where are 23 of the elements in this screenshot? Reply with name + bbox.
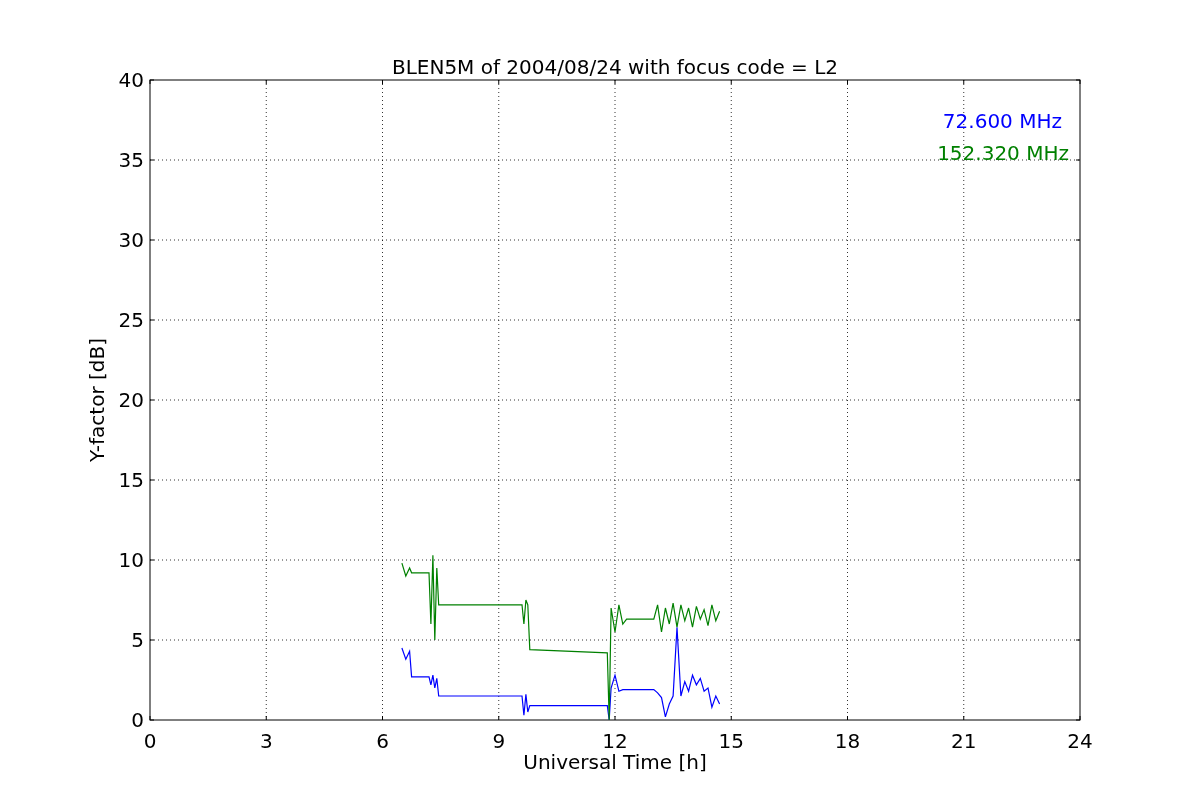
chart-title: BLEN5M of 2004/08/24 with focus code = L2 bbox=[391, 55, 839, 79]
x-tick-label: 6 bbox=[376, 729, 389, 753]
y-axis-label: Y-factor [dB] bbox=[85, 338, 109, 462]
x-tick-label: 0 bbox=[143, 729, 157, 753]
legend-label: 152.320 MHz bbox=[937, 141, 1069, 165]
x-tick-label: 15 bbox=[718, 729, 744, 753]
y-tick-label: 5 bbox=[131, 628, 144, 652]
y-tick-label: 40 bbox=[118, 68, 144, 92]
y-tick-label: 25 bbox=[118, 308, 144, 332]
y-tick-label: 30 bbox=[118, 228, 144, 252]
x-tick-label: 3 bbox=[259, 729, 273, 753]
y-tick-label: 0 bbox=[131, 708, 144, 732]
x-tick-label: 24 bbox=[1067, 729, 1093, 753]
y-tick-label: 15 bbox=[118, 468, 144, 492]
x-tick-label: 21 bbox=[951, 729, 977, 753]
x-tick-label: 12 bbox=[602, 729, 628, 753]
y-tick-label: 35 bbox=[118, 148, 144, 172]
x-axis-label: Universal Time [h] bbox=[523, 750, 707, 774]
legend-label: 72.600 MHz bbox=[942, 109, 1062, 133]
x-tick-label: 9 bbox=[492, 729, 506, 753]
x-tick-label: 18 bbox=[834, 729, 861, 753]
y-tick-label: 10 bbox=[118, 548, 144, 572]
y-tick-label: 20 bbox=[118, 388, 144, 412]
